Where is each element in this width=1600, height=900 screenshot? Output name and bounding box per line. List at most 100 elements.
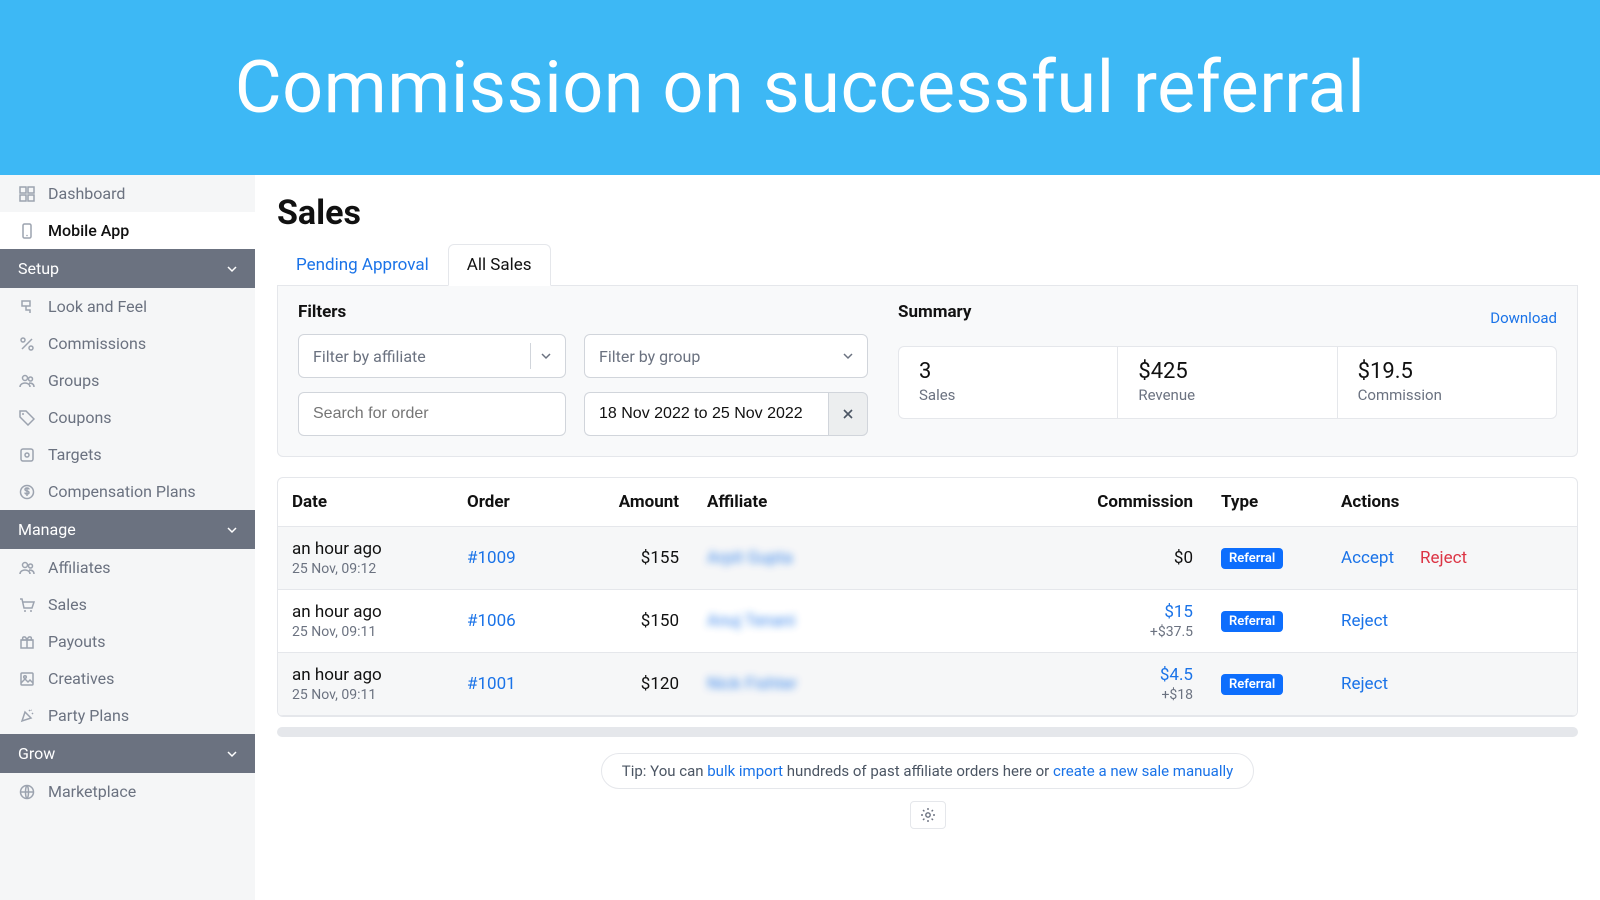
- sidebar-item-mobile-app[interactable]: Mobile App: [0, 212, 255, 249]
- summary-label: Sales: [919, 386, 1097, 404]
- row-timestamp: 25 Nov, 09:11: [292, 687, 439, 703]
- sidebar-group-label: Manage: [18, 520, 76, 539]
- sales-table: Date Order Amount Affiliate Commission T…: [277, 477, 1578, 717]
- sidebar-item-label: Sales: [48, 595, 87, 614]
- table-settings-button[interactable]: [910, 801, 946, 829]
- percent-icon: [18, 335, 36, 353]
- chevron-down-icon: [843, 351, 853, 361]
- sidebar-item-sales[interactable]: Sales: [0, 586, 255, 623]
- table-row: an hour ago 25 Nov, 09:11 #1001 $120 Nick…: [278, 653, 1577, 716]
- row-actions: Accept Reject: [1341, 548, 1563, 568]
- sidebar-item-payouts[interactable]: Payouts: [0, 623, 255, 660]
- sidebar-item-label: Dashboard: [48, 184, 125, 203]
- page-title: Sales: [277, 193, 1578, 233]
- affiliate-name[interactable]: Anuj Tenani: [707, 611, 795, 631]
- select-divider: [530, 343, 531, 369]
- filters-section: Filters Filter by affiliate Filter by gr…: [298, 302, 868, 436]
- row-actions: Reject: [1341, 674, 1563, 694]
- row-ago: an hour ago: [292, 665, 439, 685]
- globe-icon: [18, 783, 36, 801]
- sidebar-item-commissions[interactable]: Commissions: [0, 325, 255, 362]
- summary-value: $19.5: [1358, 359, 1536, 384]
- sidebar-item-party-plans[interactable]: Party Plans: [0, 697, 255, 734]
- sidebar-item-dashboard[interactable]: Dashboard: [0, 175, 255, 212]
- col-order: Order: [453, 478, 573, 527]
- create-sale-link[interactable]: create a new sale manually: [1053, 762, 1233, 780]
- sidebar-item-look-and-feel[interactable]: Look and Feel: [0, 288, 255, 325]
- order-link[interactable]: #1009: [467, 548, 516, 568]
- sidebar-item-coupons[interactable]: Coupons: [0, 399, 255, 436]
- clear-date-button[interactable]: [828, 392, 868, 436]
- sidebar-group-grow[interactable]: Grow: [0, 734, 255, 773]
- sidebar-item-label: Party Plans: [48, 706, 129, 725]
- col-type: Type: [1207, 478, 1327, 527]
- row-timestamp: 25 Nov, 09:12: [292, 561, 439, 577]
- summary-label: Commission: [1358, 386, 1536, 404]
- date-range-input[interactable]: [584, 392, 828, 436]
- affiliate-name[interactable]: Arpit Gupta: [707, 548, 793, 568]
- sidebar-group-manage[interactable]: Manage: [0, 510, 255, 549]
- summary-heading: Summary: [898, 302, 971, 322]
- order-link[interactable]: #1006: [467, 611, 516, 631]
- search-order-input[interactable]: [298, 392, 566, 436]
- grid-icon: [18, 185, 36, 203]
- summary-value: $425: [1138, 359, 1316, 384]
- order-link[interactable]: #1001: [467, 674, 516, 694]
- people-icon: [18, 372, 36, 390]
- filter-group-select[interactable]: Filter by group: [584, 334, 868, 378]
- commission-value[interactable]: $15: [1164, 602, 1193, 622]
- sidebar-group-label: Setup: [18, 259, 59, 278]
- tip-pill: Tip: You can bulk import hundreds of pas…: [601, 753, 1254, 789]
- row-actions: Reject: [1341, 611, 1563, 631]
- reject-button[interactable]: Reject: [1341, 674, 1388, 694]
- sidebar: Dashboard Mobile App Setup Look and Feel Com…: [0, 175, 255, 900]
- settings-row: [277, 801, 1578, 829]
- summary-value: 3: [919, 359, 1097, 384]
- date-range-wrapper: [584, 392, 868, 436]
- reject-button[interactable]: Reject: [1420, 548, 1467, 568]
- commission-extra: +$18: [1071, 687, 1193, 703]
- summary-card-commission: $19.5 Commission: [1338, 347, 1556, 418]
- summary-card-sales: 3 Sales: [899, 347, 1118, 418]
- chevron-down-icon: [541, 351, 551, 361]
- close-icon: [842, 408, 854, 420]
- promo-banner: Commission on successful referral: [0, 0, 1600, 175]
- gear-icon: [920, 807, 936, 823]
- sidebar-item-compensation-plans[interactable]: Compensation Plans: [0, 473, 255, 510]
- sidebar-item-label: Commissions: [48, 334, 146, 353]
- sidebar-item-groups[interactable]: Groups: [0, 362, 255, 399]
- tab-pending-approval[interactable]: Pending Approval: [277, 244, 448, 286]
- commission-value[interactable]: $4.5: [1160, 665, 1193, 685]
- filter-affiliate-select[interactable]: Filter by affiliate: [298, 334, 566, 378]
- commission-value: $0: [1174, 548, 1193, 568]
- horizontal-scrollbar[interactable]: [277, 727, 1578, 737]
- chevron-down-icon: [227, 525, 237, 535]
- sidebar-item-creatives[interactable]: Creatives: [0, 660, 255, 697]
- app-shell: Dashboard Mobile App Setup Look and Feel Com…: [0, 175, 1600, 900]
- download-link[interactable]: Download: [1490, 309, 1557, 327]
- sidebar-group-label: Grow: [18, 744, 55, 763]
- filter-affiliate-placeholder: Filter by affiliate: [313, 347, 426, 366]
- sidebar-item-label: Coupons: [48, 408, 112, 427]
- affiliate-name[interactable]: Nick Fishter: [707, 674, 797, 694]
- col-actions: Actions: [1327, 478, 1577, 527]
- sidebar-item-label: Creatives: [48, 669, 114, 688]
- tab-all-sales[interactable]: All Sales: [448, 244, 551, 286]
- commission-extra: +$37.5: [1071, 624, 1193, 640]
- sidebar-group-setup[interactable]: Setup: [0, 249, 255, 288]
- bulk-import-link[interactable]: bulk import: [707, 762, 783, 780]
- sidebar-item-targets[interactable]: Targets: [0, 436, 255, 473]
- accept-button[interactable]: Accept: [1341, 548, 1394, 568]
- sidebar-item-marketplace[interactable]: Marketplace: [0, 773, 255, 810]
- chevron-down-icon: [227, 264, 237, 274]
- table-row: an hour ago25 Nov, 09:11 #1006 $150 Anuj…: [278, 590, 1577, 653]
- target-icon: [18, 446, 36, 464]
- row-amount: $150: [573, 590, 693, 653]
- sidebar-item-affiliates[interactable]: Affiliates: [0, 549, 255, 586]
- reject-button[interactable]: Reject: [1341, 611, 1388, 631]
- main-content: Sales Pending Approval All Sales Filters…: [255, 175, 1600, 900]
- row-amount: $120: [573, 653, 693, 716]
- sidebar-item-label: Targets: [48, 445, 102, 464]
- summary-label: Revenue: [1138, 386, 1316, 404]
- confetti-icon: [18, 707, 36, 725]
